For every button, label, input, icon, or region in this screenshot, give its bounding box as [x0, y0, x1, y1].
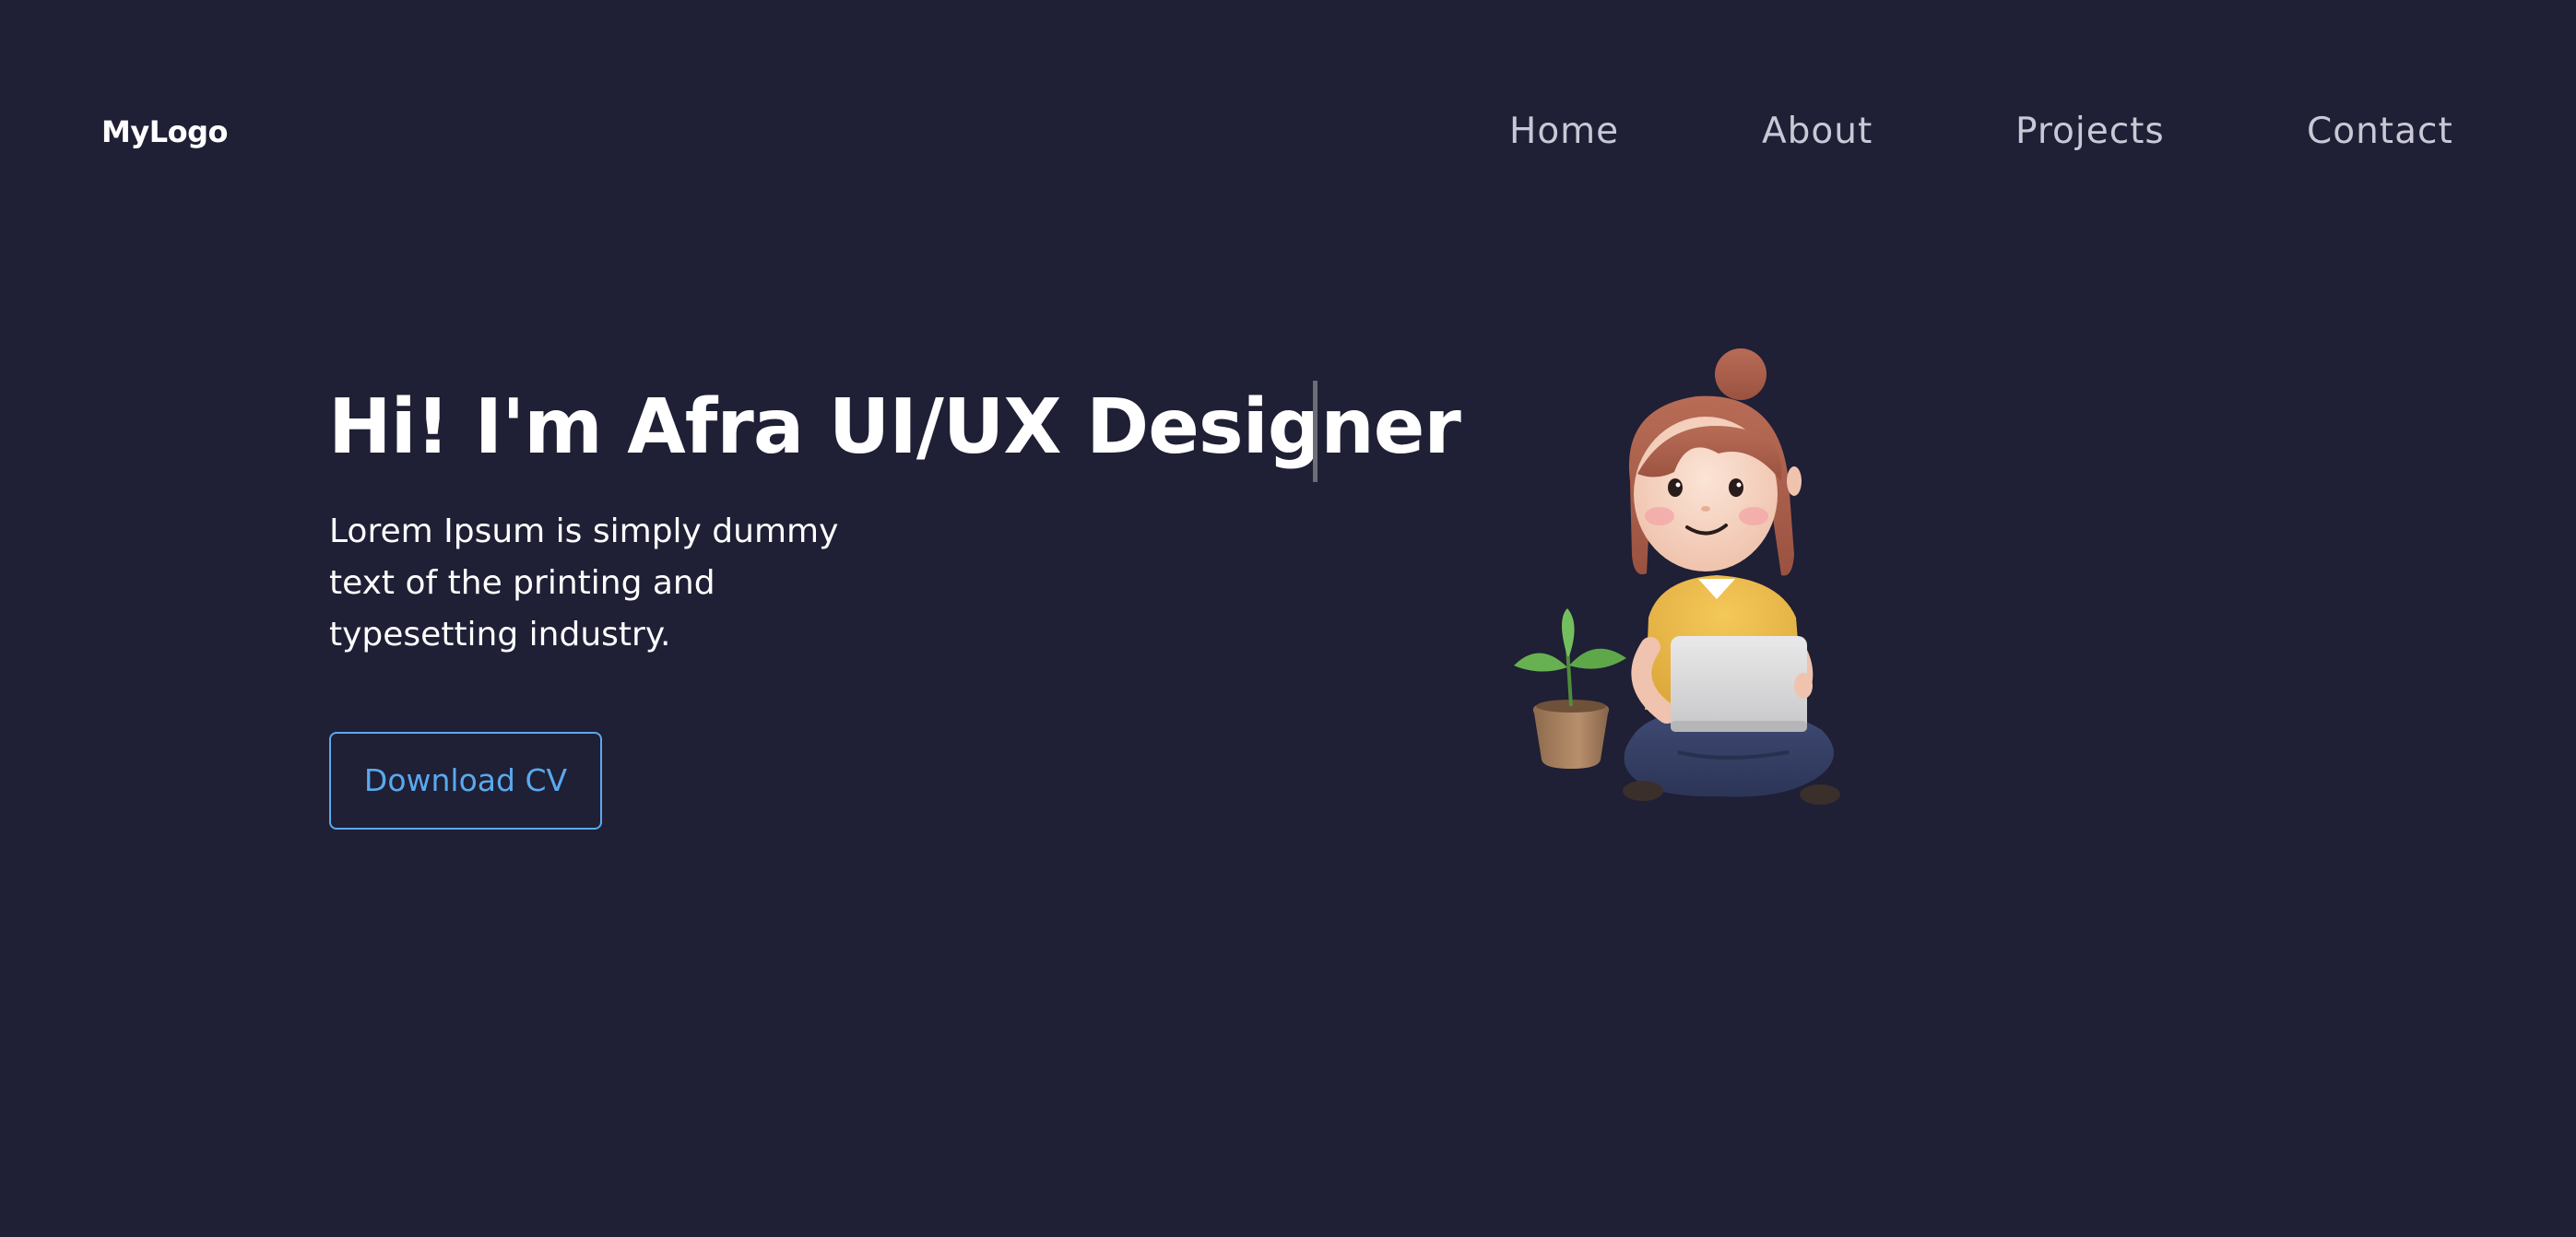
nav-link-about[interactable]: About: [1762, 111, 1873, 152]
nav-link-home[interactable]: Home: [1509, 111, 1619, 152]
character-head: [1628, 348, 1802, 576]
navbar: MyLogo Home About Projects Contact: [0, 0, 2576, 273]
hero-section: Hi! I'm Afra UI/UX Designer Lorem Ipsum …: [0, 273, 2576, 1237]
hero-title: Hi! I'm Afra UI/UX Designer: [328, 383, 1461, 471]
nav-link-projects[interactable]: Projects: [2015, 111, 2165, 152]
nav-link-contact[interactable]: Contact: [2307, 111, 2453, 152]
hero-description: Lorem Ipsum is simply dummy text of the …: [329, 512, 839, 654]
typing-caret: [1313, 381, 1318, 482]
potted-plant: [1514, 608, 1626, 769]
designer-illustration: [1514, 348, 1840, 805]
laptop: [1671, 636, 1813, 732]
site-logo[interactable]: MyLogo: [101, 114, 228, 149]
download-cv-button[interactable]: Download CV: [329, 732, 602, 830]
